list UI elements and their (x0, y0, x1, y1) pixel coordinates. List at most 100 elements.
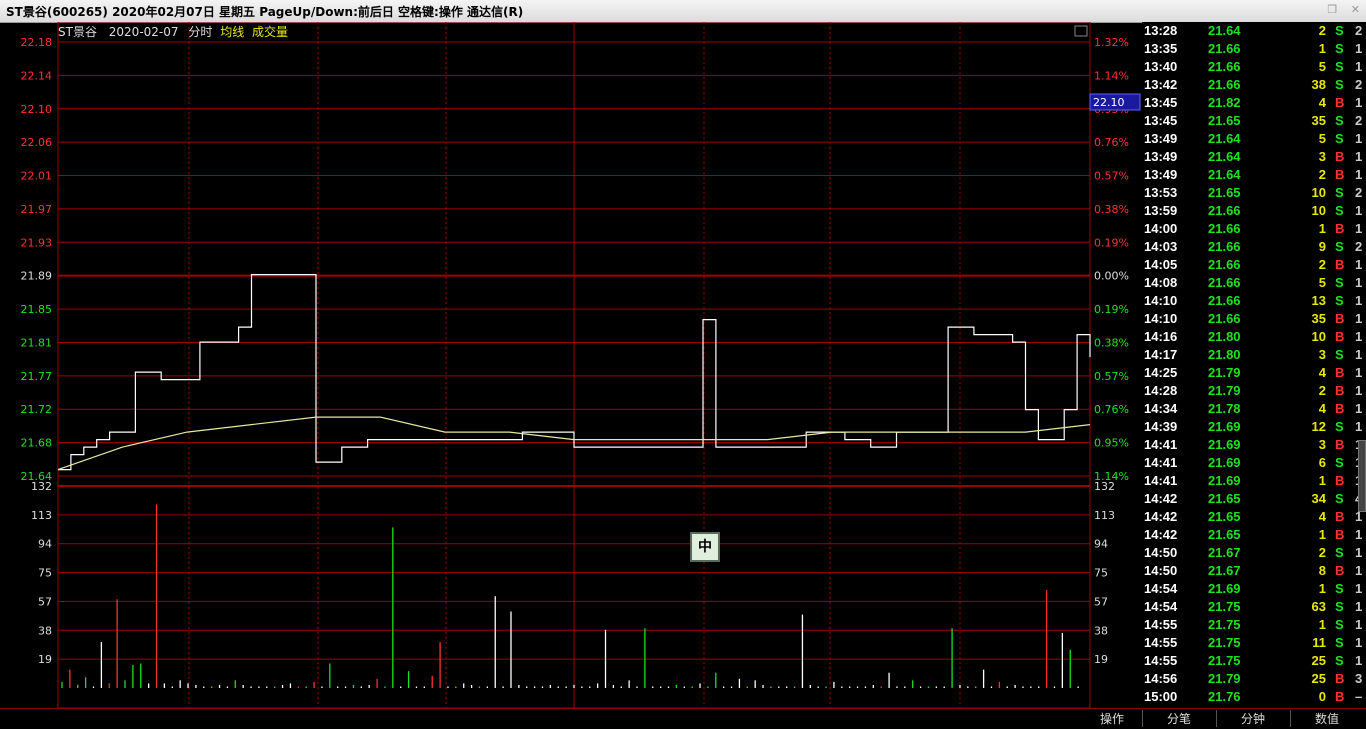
tick-row: 13:49 21.64 5 S 1 (1142, 130, 1366, 148)
tick-price: 21.79 (1208, 383, 1241, 398)
tick-volume: 63 (1311, 599, 1326, 614)
y-tick-left: 21.77 (21, 370, 53, 383)
chart-header: ST景谷 2020-02-07 分时 均线 成交量 (58, 24, 1088, 39)
tick-count: 1 (1355, 383, 1363, 398)
tick-volume: 34 (1311, 491, 1326, 506)
tick-row: 14:05 21.66 2 B 1 (1142, 256, 1366, 274)
tick-scrollbar[interactable] (1358, 440, 1366, 512)
tick-time: 14:10 (1144, 311, 1178, 326)
tick-volume: 1 (1318, 473, 1326, 488)
tick-volume: 9 (1318, 239, 1326, 254)
tick-list[interactable]: 13:28 21.64 2 S 2 13:35 21.66 1 S 1 13:40 21.66 5 S 1 1… (1142, 22, 1366, 708)
close-icon[interactable]: ✕ (1351, 3, 1360, 16)
tick-direction: S (1335, 635, 1344, 650)
tick-count: 1 (1355, 617, 1363, 632)
tick-count: 1 (1355, 419, 1363, 434)
tick-count: 1 (1355, 293, 1363, 308)
tick-price: 21.65 (1208, 185, 1241, 200)
panel-toggle-icon[interactable] (1074, 25, 1088, 37)
tick-price: 21.69 (1208, 581, 1241, 596)
tick-count: 1 (1355, 95, 1363, 110)
tick-count: 1 (1355, 563, 1363, 578)
tick-price: 21.65 (1208, 527, 1241, 542)
tick-volume: 2 (1318, 257, 1326, 272)
vol-tick-right: 19 (1094, 653, 1108, 666)
tick-volume: 3 (1318, 149, 1326, 164)
tick-time: 14:55 (1144, 653, 1178, 668)
restore-icon[interactable]: ❐ (1327, 3, 1337, 16)
tick-direction: S (1335, 77, 1344, 92)
tick-row: 14:55 21.75 1 S 1 (1142, 616, 1366, 634)
tick-count: 2 (1355, 185, 1363, 200)
tick-direction: B (1335, 149, 1345, 164)
tick-count: 1 (1355, 41, 1363, 56)
tick-count: 1 (1355, 401, 1363, 416)
tick-count: 1 (1355, 365, 1363, 380)
tick-direction: B (1335, 167, 1345, 182)
y-tick-right: 0.76% (1094, 403, 1129, 416)
tick-direction: B (1335, 329, 1345, 344)
vol-tick-right: 75 (1094, 567, 1108, 580)
tick-price: 21.69 (1208, 419, 1241, 434)
ops-button[interactable]: 操作 (1100, 710, 1124, 727)
tick-count: 2 (1355, 113, 1363, 128)
current-price-label: 22.10 (1093, 96, 1125, 109)
tick-price: 21.64 (1208, 167, 1241, 182)
tick-count: 2 (1355, 77, 1363, 92)
tick-count: 1 (1355, 221, 1363, 236)
tick-time: 14:41 (1144, 473, 1178, 488)
tick-volume: 10 (1311, 329, 1326, 344)
tick-direction: S (1335, 59, 1344, 74)
tick-time: 14:54 (1144, 581, 1178, 596)
window-controls[interactable]: ❐ ✕ (1317, 3, 1360, 16)
tick-direction: B (1335, 311, 1345, 326)
tick-price: 21.69 (1208, 473, 1241, 488)
tick-volume: 12 (1311, 419, 1326, 434)
y-tick-left: 22.06 (21, 136, 53, 149)
tick-time: 15:00 (1144, 689, 1178, 704)
tick-time: 14:39 (1144, 419, 1178, 434)
tick-direction: S (1335, 131, 1344, 146)
tick-volume: 1 (1318, 41, 1326, 56)
tick-time: 14:10 (1144, 293, 1178, 308)
tick-price: 21.66 (1208, 221, 1241, 236)
vol-tick-left: 94 (38, 538, 52, 551)
center-float-button[interactable]: 中 (690, 532, 720, 562)
tick-price: 21.64 (1208, 23, 1241, 38)
tick-price: 21.66 (1208, 275, 1241, 290)
tick-direction: B (1335, 383, 1345, 398)
y-tick-right: 1.14% (1094, 69, 1129, 82)
tick-volume: 10 (1311, 185, 1326, 200)
vol-tick-right: 38 (1094, 624, 1108, 637)
tab-fenbi[interactable]: 分笔 (1142, 710, 1215, 727)
tick-price: 21.66 (1208, 203, 1241, 218)
tab-fenzhong[interactable]: 分钟 (1216, 710, 1289, 727)
tick-row: 14:50 21.67 8 B 1 (1142, 562, 1366, 580)
tick-row: 14:17 21.80 3 S 1 (1142, 346, 1366, 364)
tick-direction: B (1335, 527, 1345, 542)
tick-direction: S (1335, 185, 1344, 200)
tick-row: 15:00 21.76 0 B – (1142, 688, 1366, 706)
tick-count: 1 (1355, 311, 1363, 326)
tick-time: 14:28 (1144, 383, 1178, 398)
vol-tick-left: 19 (38, 653, 52, 666)
tick-volume: 5 (1318, 131, 1326, 146)
intraday-chart[interactable]: 22.18 1.32% 22.14 1.14% 22.10 0.95% 22.06 0.76%… (0, 22, 1142, 708)
tick-price: 21.75 (1208, 653, 1241, 668)
tick-price: 21.66 (1208, 293, 1241, 308)
tick-row: 14:28 21.79 2 B 1 (1142, 382, 1366, 400)
tick-volume: 3 (1318, 347, 1326, 362)
tick-direction: S (1335, 275, 1344, 290)
y-tick-left: 21.72 (21, 403, 53, 416)
tick-price: 21.64 (1208, 149, 1241, 164)
tick-direction: S (1335, 419, 1344, 434)
tick-time: 13:28 (1144, 23, 1178, 38)
y-tick-left: 22.10 (21, 103, 53, 116)
vol-tick-right: 132 (1094, 480, 1115, 493)
tick-price: 21.79 (1208, 671, 1241, 686)
y-tick-right: 0.19% (1094, 303, 1129, 316)
tab-shuzhi[interactable]: 数值 (1290, 710, 1363, 727)
tick-price: 21.65 (1208, 491, 1241, 506)
tick-time: 14:25 (1144, 365, 1178, 380)
tick-time: 13:49 (1144, 149, 1178, 164)
